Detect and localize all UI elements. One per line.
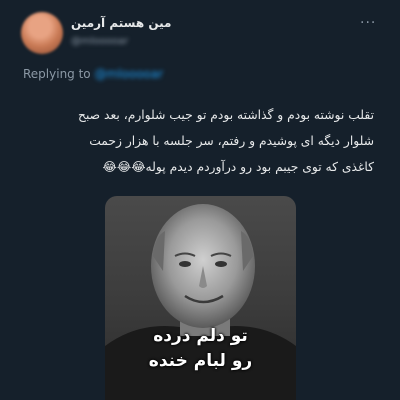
replying-label: Replying to [23, 67, 91, 81]
tweet-text-line: کاغذی که توی جیبم بود رو درآوردم دیدم پو… [102, 160, 374, 174]
image-caption-line: رو لبام خنده [148, 351, 253, 371]
tweet-text-line: شلوار دیگه ای پوشیدم و رفتم، سر جلسه با … [89, 134, 374, 148]
display-name[interactable]: مین هستم آرمین [71, 16, 171, 30]
user-avatar[interactable] [21, 12, 63, 54]
tweet-text-line: تقلب نوشته بودم و گذاشته بودم تو جیب شلو… [78, 108, 374, 122]
reply-mention-link[interactable]: @mlooooar [94, 67, 163, 81]
tweet-text: تقلب نوشته بودم و گذاشته بودم تو جیب شلو… [28, 102, 374, 180]
tweet-media-image[interactable]: تو دلم درده رو لبام خنده [105, 196, 296, 400]
more-horizontal-icon[interactable]: ··· [360, 16, 376, 30]
replying-to: Replying to @mlooooar [23, 67, 163, 81]
image-caption-line: تو دلم درده [153, 326, 248, 346]
user-handle[interactable]: @mlooooar [71, 36, 128, 47]
